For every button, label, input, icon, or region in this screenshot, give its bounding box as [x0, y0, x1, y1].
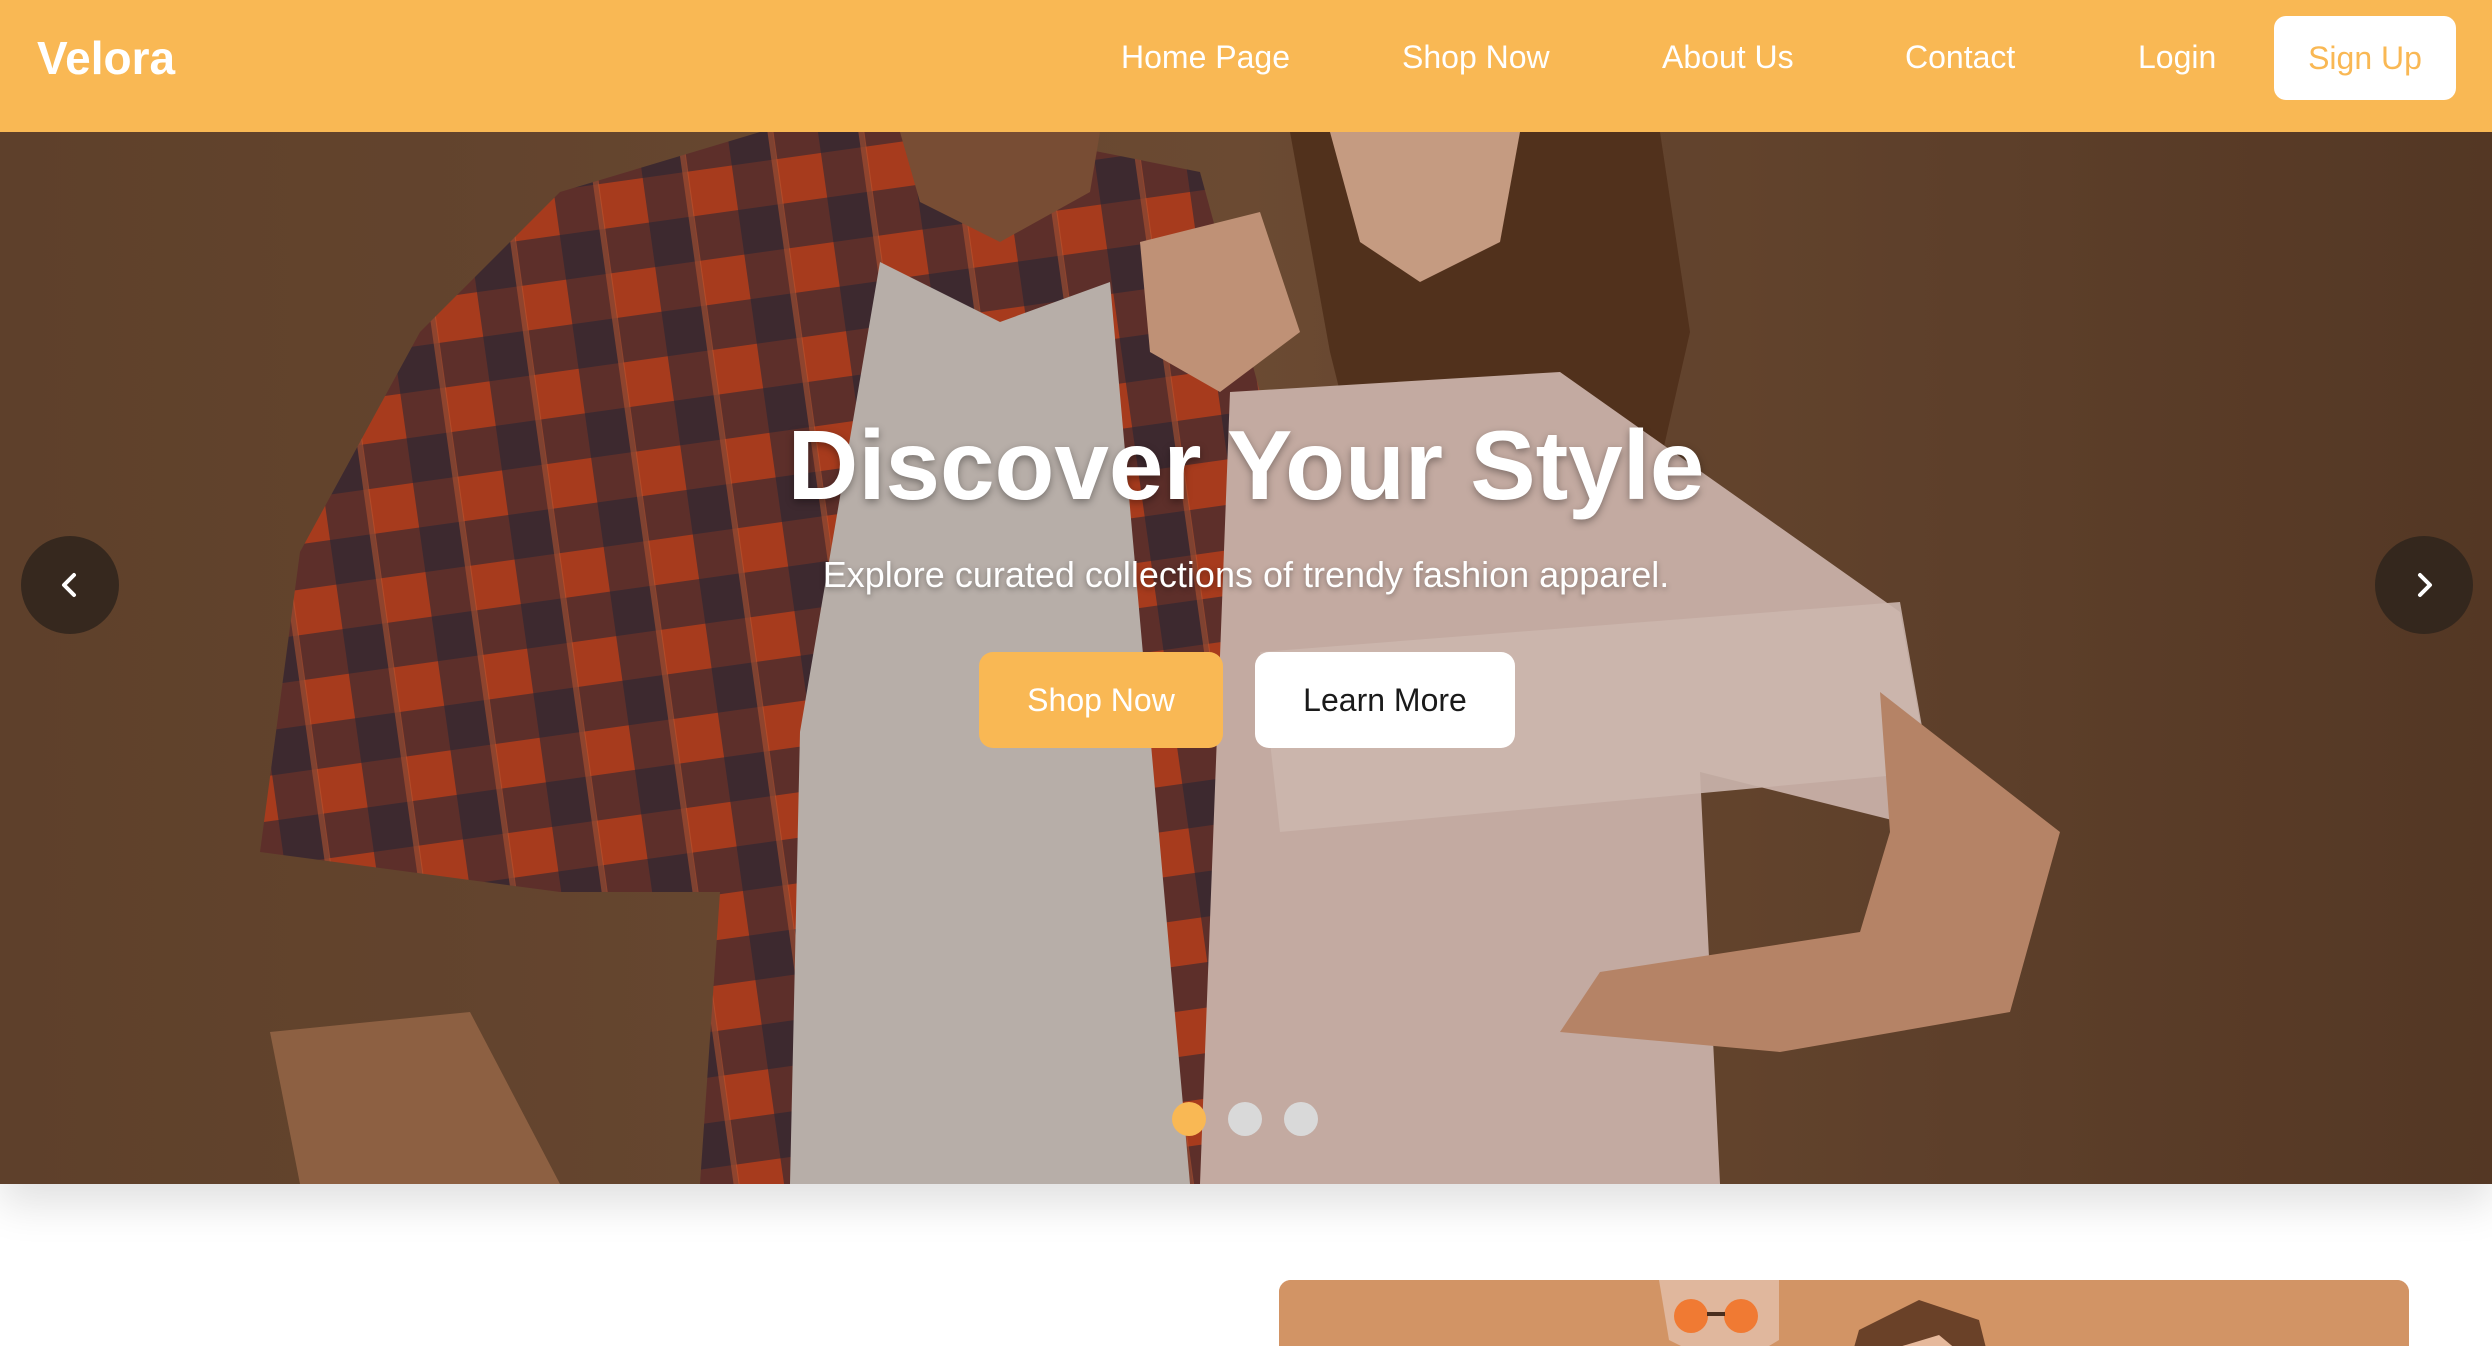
site-header: Velora Home Page Shop Now About Us Conta… [0, 0, 2492, 132]
hero-carousel: Discover Your Style Explore curated coll… [0, 132, 2492, 1184]
brand-logo[interactable]: Velora [37, 30, 175, 86]
nav-contact[interactable]: Contact [1905, 37, 2015, 77]
carousel-dot-1[interactable] [1172, 1102, 1206, 1136]
hero-learn-more-button[interactable]: Learn More [1255, 652, 1515, 748]
nav-shop-now[interactable]: Shop Now [1402, 37, 1550, 77]
promo-image-card [1279, 1280, 2409, 1346]
signup-button[interactable]: Sign Up [2274, 16, 2456, 100]
hero-shop-now-button[interactable]: Shop Now [979, 652, 1223, 748]
hero-title: Discover Your Style [787, 410, 1705, 520]
nav-home-page[interactable]: Home Page [1121, 37, 1290, 77]
hero-overlay [0, 132, 2492, 1184]
promo-image [1279, 1280, 2409, 1346]
carousel-indicators [1172, 1102, 1322, 1138]
carousel-dot-3[interactable] [1284, 1102, 1318, 1136]
nav-login[interactable]: Login [2138, 37, 2216, 77]
carousel-dot-2[interactable] [1228, 1102, 1262, 1136]
nav-about-us[interactable]: About Us [1662, 37, 1794, 77]
hero-subtitle: Explore curated collections of trendy fa… [822, 554, 1670, 595]
